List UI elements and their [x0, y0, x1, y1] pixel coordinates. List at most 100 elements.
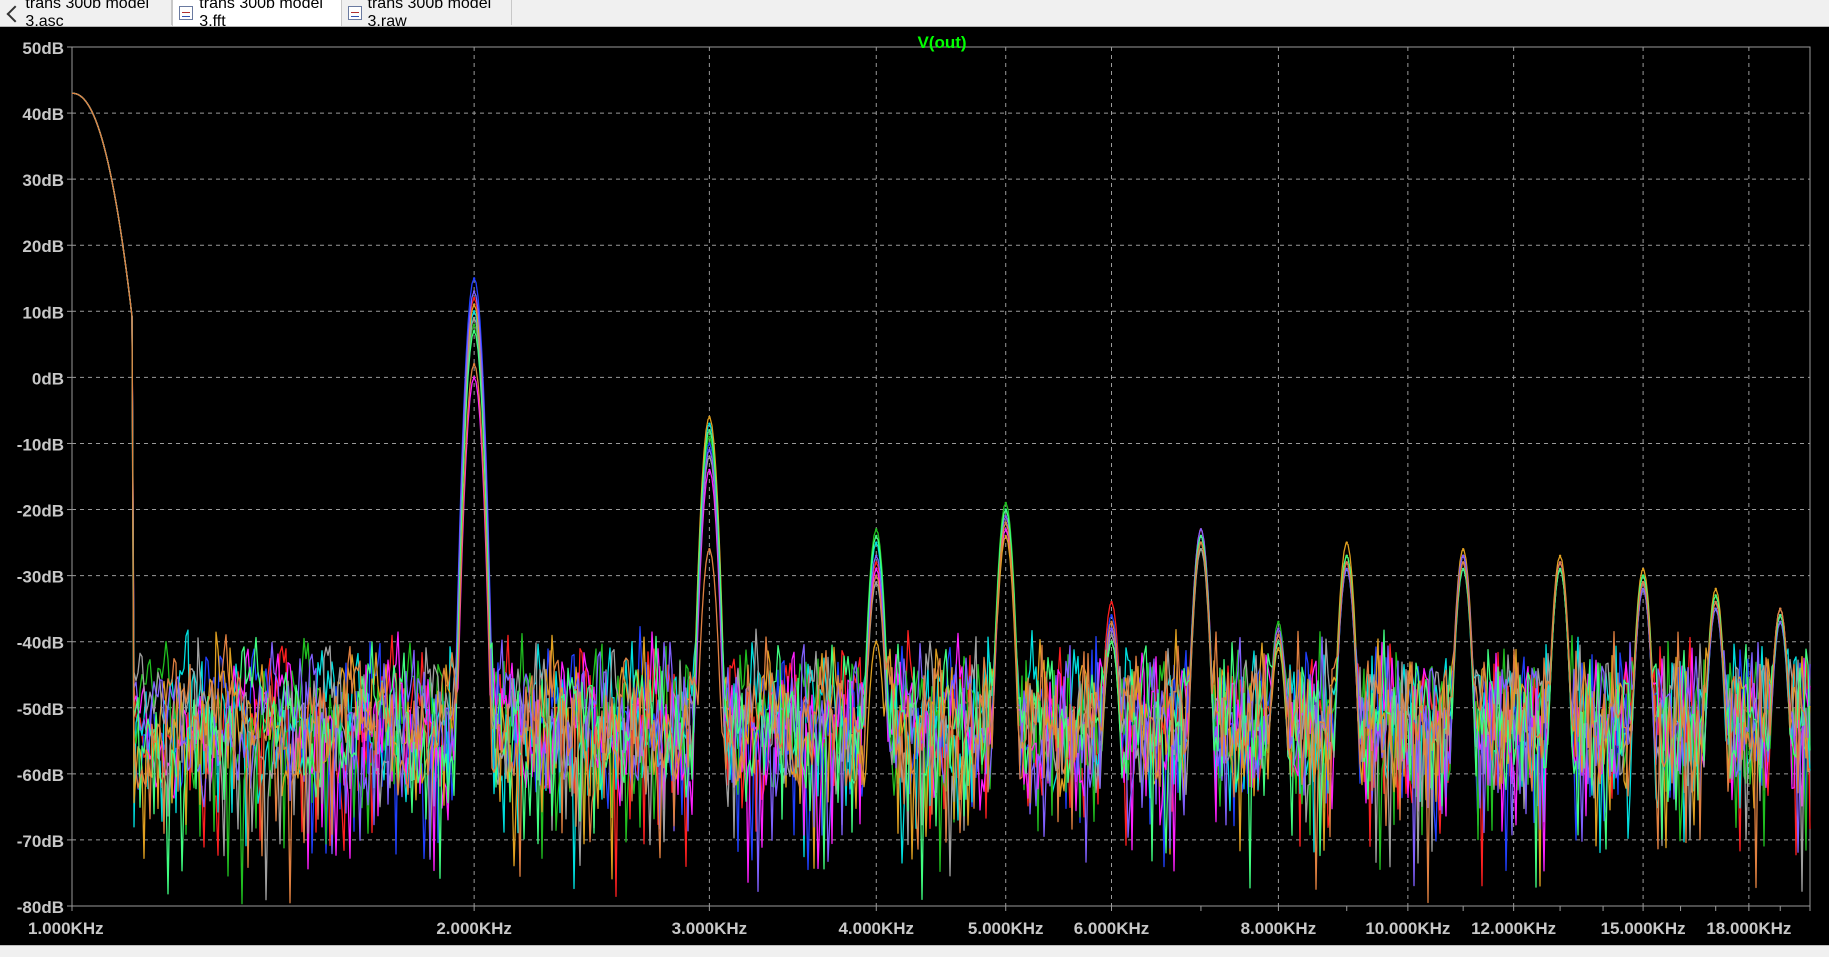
y-tick-label: -60dB — [17, 766, 64, 785]
harmonic-point — [875, 640, 878, 643]
harmonic-point — [708, 422, 711, 425]
y-tick-label: -40dB — [17, 634, 64, 653]
harmonic-point — [1004, 528, 1007, 531]
fft-chart[interactable]: 50dB 40dB 30dB 20dB 10dB 0dB -10dB -20dB -30dB -4… — [0, 27, 1829, 945]
harmonic-point — [708, 442, 711, 445]
harmonic-point — [1558, 567, 1562, 571]
harmonic-point — [1714, 600, 1717, 604]
tab-label: trans 300b model 3.asc — [25, 0, 150, 30]
tab-bar: trans 300b model 3.asc trans 300b model … — [0, 0, 1829, 30]
harmonic-point — [1199, 528, 1203, 531]
harmonic-point — [1641, 587, 1645, 591]
y-tick-label: -30dB — [17, 568, 64, 587]
harmonic-point — [1461, 567, 1465, 571]
harmonic-point — [1004, 508, 1007, 511]
tab-schematic[interactable]: trans 300b model 3.asc — [0, 0, 172, 30]
x-tick-label: 5.000KHz — [968, 919, 1044, 938]
waveform-icon — [348, 5, 362, 20]
harmonic-point — [1558, 554, 1562, 557]
harmonic-point — [875, 567, 878, 571]
y-tick-label: 40dB — [22, 105, 64, 124]
harmonic-point — [1110, 620, 1113, 624]
harmonic-point — [472, 296, 476, 300]
schematic-icon — [6, 6, 19, 20]
x-tick-label: 2.000KHz — [436, 919, 512, 938]
y-tick-label: 50dB — [22, 39, 64, 58]
harmonic-point — [875, 561, 878, 564]
harmonic-point — [472, 310, 476, 313]
harmonic-point — [708, 429, 711, 432]
harmonic-point — [875, 574, 878, 577]
harmonic-point — [1004, 521, 1007, 524]
harmonic-point — [1641, 574, 1645, 577]
harmonic-point — [708, 468, 711, 472]
x-tick-label: 18.000KHz — [1706, 919, 1791, 938]
harmonic-point — [1110, 633, 1113, 637]
harmonic-point — [1199, 547, 1203, 551]
harmonic-point — [1714, 607, 1717, 610]
harmonic-point — [875, 528, 878, 531]
harmonic-point — [1461, 547, 1465, 551]
harmonic-point — [1199, 541, 1203, 544]
harmonic-point — [1641, 567, 1645, 571]
harmonic-point — [1277, 633, 1280, 637]
harmonic-point — [472, 316, 476, 320]
harmonic-point — [1110, 614, 1113, 617]
tab-label: trans 300b model 3.raw — [367, 0, 492, 30]
harmonic-point — [472, 303, 476, 306]
x-tick-label: 12.000KHz — [1471, 919, 1556, 938]
harmonic-point — [1641, 581, 1645, 584]
harmonic-point — [1345, 561, 1348, 564]
x-tick-label: 15.000KHz — [1601, 919, 1686, 938]
harmonic-point — [1277, 640, 1280, 643]
y-tick-label: -80dB — [17, 898, 64, 917]
x-tick-label: 4.000KHz — [838, 919, 914, 938]
chart-title[interactable]: V(out) — [917, 33, 966, 52]
harmonic-point — [708, 455, 711, 458]
x-tick-label: 3.000KHz — [672, 919, 748, 938]
harmonic-point — [1779, 614, 1782, 617]
harmonic-point — [1277, 647, 1280, 650]
tab-fft[interactable]: trans 300b model 3.fft — [172, 0, 342, 30]
harmonic-point — [875, 554, 878, 557]
harmonic-point — [1558, 561, 1562, 564]
tab-raw[interactable]: trans 300b model 3.raw — [342, 0, 512, 30]
y-tick-label: 30dB — [22, 171, 64, 190]
harmonic-point — [1110, 627, 1113, 630]
harmonic-point — [1277, 620, 1280, 624]
harmonic-point — [1345, 541, 1348, 544]
harmonic-point — [1277, 627, 1280, 630]
y-tick-label: -10dB — [17, 435, 64, 454]
y-tick-label: -70dB — [17, 832, 64, 851]
harmonic-point — [875, 534, 878, 538]
waveform-plot-pane[interactable]: 50dB 40dB 30dB 20dB 10dB 0dB -10dB -20dB -30dB -4… — [0, 27, 1829, 945]
harmonic-point — [472, 277, 476, 280]
y-tick-label: 20dB — [22, 237, 64, 256]
harmonic-point — [472, 329, 476, 333]
harmonic-point — [875, 541, 878, 544]
harmonic-point — [1779, 620, 1782, 624]
harmonic-point — [472, 323, 476, 326]
y-tick-label: -50dB — [17, 700, 64, 719]
x-tick-label: 1.000KHz — [28, 919, 104, 938]
status-bar — [0, 945, 1829, 957]
x-tick-label: 10.000KHz — [1365, 919, 1450, 938]
harmonic-point — [708, 415, 711, 419]
harmonic-point — [1004, 501, 1007, 505]
x-axis-labels: 1.000KHz 2.000KHz 3.000KHz 4.000KHz 5.000KHz… — [28, 919, 1791, 938]
harmonic-point — [1004, 534, 1007, 538]
harmonic-point — [1199, 534, 1203, 538]
y-tick-label: -20dB — [17, 502, 64, 521]
harmonic-point — [1110, 600, 1113, 604]
harmonic-point — [708, 547, 711, 551]
harmonic-point — [472, 290, 476, 293]
harmonic-point — [1779, 607, 1782, 610]
harmonic-point — [1461, 554, 1465, 557]
harmonic-point — [1004, 514, 1007, 518]
x-tick-label: 6.000KHz — [1074, 919, 1150, 938]
y-tick-label: 10dB — [22, 303, 64, 322]
harmonic-point — [1345, 567, 1348, 571]
y-axis-labels: 50dB 40dB 30dB 20dB 10dB 0dB -10dB -20dB -30dB -4… — [17, 39, 64, 917]
series-trace-10 — [71, 92, 1811, 904]
harmonic-point — [1461, 561, 1465, 564]
